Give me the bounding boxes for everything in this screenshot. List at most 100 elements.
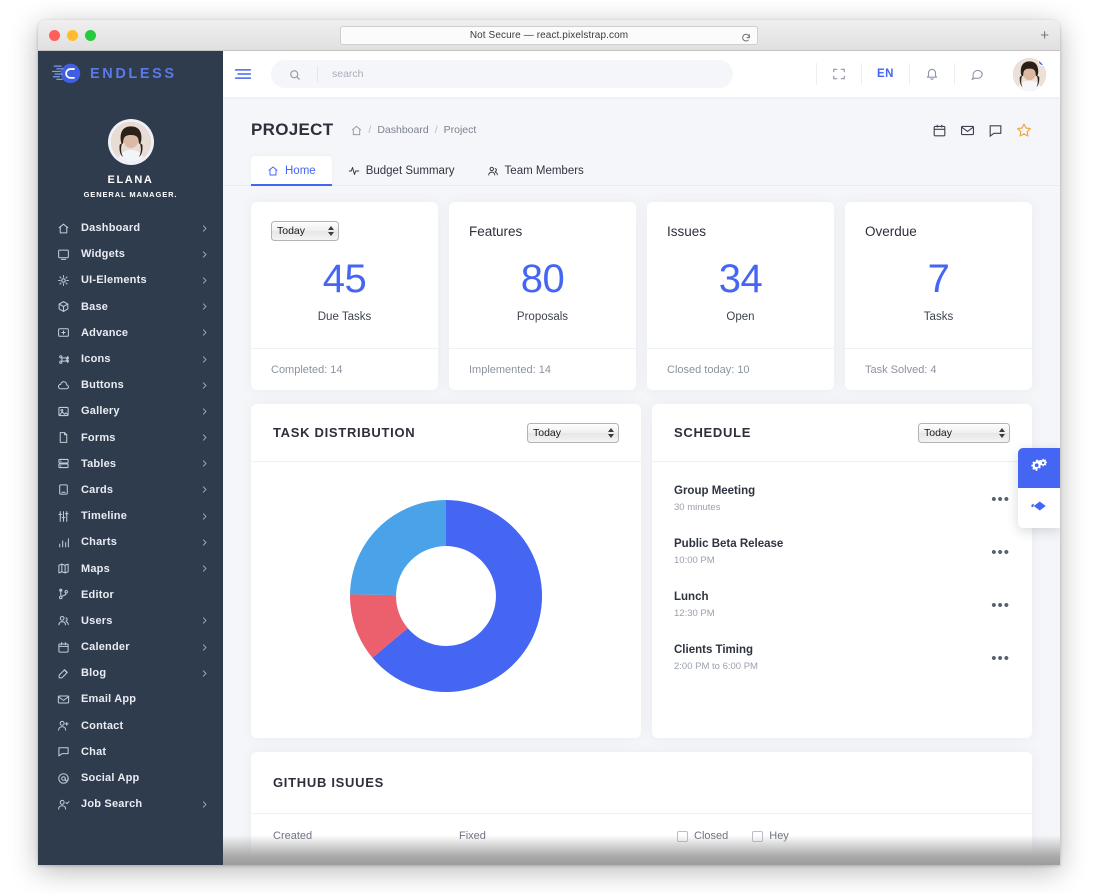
stat-card-center: 34Open (667, 243, 814, 348)
schedule-item-time: 10:00 PM (674, 555, 991, 566)
chevron-right-icon (200, 459, 209, 468)
github-legend-checkbox-closed[interactable]: Closed (677, 830, 728, 842)
panels-row: TASK DISTRIBUTION TodayTomorrowYesterday (223, 390, 1060, 738)
notifications-button[interactable] (909, 63, 954, 85)
sidebar-item-ui-elements[interactable]: UI-Elements (38, 267, 223, 293)
stat-card: Issues 34OpenClosed today: 10 (647, 202, 834, 390)
calendar-icon[interactable] (932, 123, 947, 138)
donut-segment-completed[interactable] (350, 500, 446, 595)
stat-card: Features80ProposalsImplemented: 14 (449, 202, 636, 390)
search-bar[interactable] (271, 60, 733, 88)
tab-budget-summary[interactable]: Budget Summary (332, 156, 471, 185)
address-bar[interactable]: Not Secure — react.pixelstrap.com (340, 26, 758, 45)
gem-icon (1030, 497, 1048, 520)
schedule-item-time: 30 minutes (674, 502, 991, 513)
checkbox-icon[interactable] (752, 831, 763, 842)
page-header-actions (932, 122, 1032, 138)
sidebar-item-dashboard[interactable]: Dashboard (38, 215, 223, 241)
envelope-icon[interactable] (960, 123, 975, 138)
fullscreen-button[interactable] (816, 63, 861, 85)
messages-button[interactable] (954, 63, 999, 85)
schedule-item-menu-button[interactable]: ••• (991, 601, 1010, 610)
task-distribution-donut-chart[interactable] (348, 498, 544, 694)
sliders-icon (57, 510, 70, 523)
breadcrumb-parent[interactable]: Dashboard (377, 124, 428, 136)
mail-icon (57, 693, 70, 706)
nav-user-avatar[interactable] (1013, 58, 1046, 91)
schedule-item-menu-button[interactable]: ••• (991, 654, 1010, 663)
sidebar-item-maps[interactable]: Maps (38, 555, 223, 581)
language-selector[interactable]: EN (861, 63, 909, 85)
task-distribution-period-select[interactable]: TodayTomorrowYesterday (527, 423, 619, 443)
schedule-period-select[interactable]: TodayTomorrowYesterday (918, 423, 1010, 443)
tab-team-members[interactable]: Team Members (471, 156, 600, 185)
breadcrumb: / Dashboard / Project (351, 124, 476, 136)
github-legend-checkbox-hey[interactable]: Hey (752, 830, 789, 842)
sidebar-item-advance[interactable]: Advance (38, 320, 223, 346)
minimize-window-button[interactable] (67, 30, 78, 41)
maximize-window-button[interactable] (85, 30, 96, 41)
gears-icon (1030, 457, 1048, 480)
sidebar-item-forms[interactable]: Forms (38, 425, 223, 451)
schedule-item-name: Clients Timing (674, 644, 991, 656)
sidebar-item-label: Widgets (81, 248, 189, 260)
sidebar-item-icons[interactable]: Icons (38, 346, 223, 372)
stat-period-select[interactable]: TodayTomorrowYesterday (271, 221, 339, 241)
stat-subtitle: Due Tasks (318, 311, 371, 323)
schedule-item-menu-button[interactable]: ••• (991, 548, 1010, 557)
sidebar-item-calender[interactable]: Calender (38, 634, 223, 660)
sidebar-item-widgets[interactable]: Widgets (38, 241, 223, 267)
sidebar-item-base[interactable]: Base (38, 294, 223, 320)
schedule-period-wrap: TodayTomorrowYesterday (918, 423, 1010, 443)
topbar: EN (223, 51, 1060, 97)
stat-card-title: Issues (667, 224, 706, 239)
hamburger-icon[interactable] (223, 68, 263, 80)
breadcrumb-current: Project (444, 124, 477, 136)
reload-icon[interactable] (741, 30, 751, 40)
sidebar-item-users[interactable]: Users (38, 608, 223, 634)
sidebar-item-job-search[interactable]: Job Search (38, 791, 223, 817)
schedule-panel: SCHEDULE TodayTomorrowYesterday Group Me… (652, 404, 1032, 738)
sidebar-item-chat[interactable]: Chat (38, 739, 223, 765)
checkbox-icon[interactable] (677, 831, 688, 842)
sidebar-item-blog[interactable]: Blog (38, 660, 223, 686)
close-window-button[interactable] (49, 30, 60, 41)
stat-footer: Closed today: 10 (647, 348, 834, 390)
sidebar-item-contact[interactable]: Contact (38, 713, 223, 739)
sidebar-item-timeline[interactable]: Timeline (38, 503, 223, 529)
sidebar-item-label: Icons (81, 353, 189, 365)
sidebar-item-social-app[interactable]: Social App (38, 765, 223, 791)
sidebar-item-editor[interactable]: Editor (38, 582, 223, 608)
search-input[interactable] (332, 68, 733, 80)
chevron-right-icon (200, 276, 209, 285)
stat-period-wrap: TodayTomorrowYesterday (271, 221, 339, 241)
sidebar-item-gallery[interactable]: Gallery (38, 398, 223, 424)
stat-subtitle: Tasks (924, 311, 953, 323)
box-icon (57, 300, 70, 313)
sidebar-item-label: Contact (81, 720, 209, 732)
schedule-item-name: Group Meeting (674, 485, 991, 497)
sidebar-item-tables[interactable]: Tables (38, 451, 223, 477)
sidebar-item-charts[interactable]: Charts (38, 529, 223, 555)
sidebar-item-buttons[interactable]: Buttons (38, 372, 223, 398)
home-icon[interactable] (351, 125, 362, 136)
comment-icon[interactable] (988, 123, 1003, 138)
github-legend-label: Hey (769, 830, 789, 842)
brand[interactable]: ENDLESS (38, 51, 223, 97)
new-tab-button[interactable]: + (1040, 28, 1049, 43)
customizer-theme-button[interactable] (1018, 488, 1060, 528)
schedule-item-menu-button[interactable]: ••• (991, 495, 1010, 504)
theme-customizer (1018, 448, 1060, 528)
sidebar-item-cards[interactable]: Cards (38, 477, 223, 503)
star-icon[interactable] (1016, 122, 1032, 138)
customizer-settings-button[interactable] (1018, 448, 1060, 488)
github-legend-label: Fixed (459, 830, 677, 842)
sidebar-item-email-app[interactable]: Email App (38, 686, 223, 712)
task-distribution-panel: TASK DISTRIBUTION TodayTomorrowYesterday (251, 404, 641, 738)
avatar[interactable] (108, 119, 154, 165)
chevron-right-icon (200, 512, 209, 521)
message-icon (57, 745, 70, 758)
tab-label: Team Members (505, 165, 584, 177)
tab-home[interactable]: Home (251, 156, 332, 185)
chevron-right-icon (200, 669, 209, 678)
